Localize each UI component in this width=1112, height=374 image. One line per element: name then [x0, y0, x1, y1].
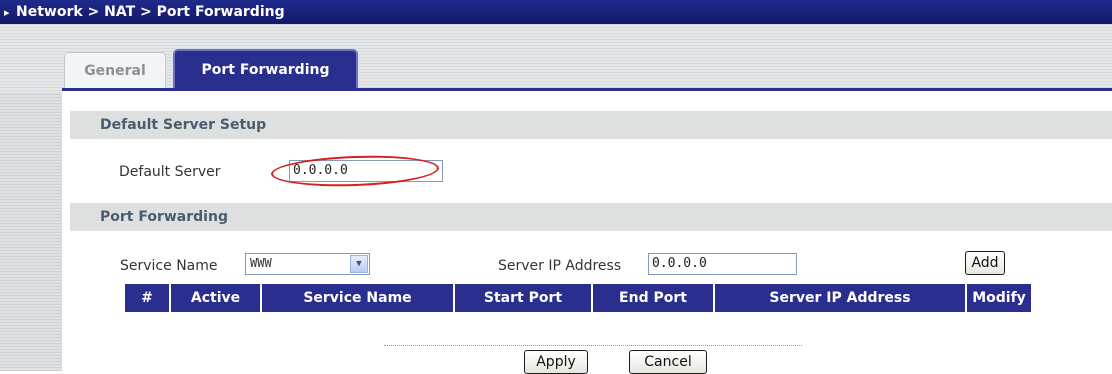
- service-name-selected: WWW: [250, 256, 272, 270]
- column-header-start-port: Start Port: [455, 284, 593, 312]
- column-header-modify: Modify: [967, 284, 1031, 312]
- cancel-button[interactable]: Cancel: [629, 350, 707, 374]
- port-forwarding-title: Port Forwarding: [100, 209, 228, 225]
- tab-general[interactable]: General: [64, 52, 166, 88]
- chevron-right-icon: ▸: [4, 5, 10, 19]
- apply-button-label: Apply: [536, 354, 576, 370]
- add-button[interactable]: Add: [965, 251, 1005, 275]
- highlight-annotation: [270, 153, 440, 189]
- content-panel: Default Server Setup Default Server 0.0.…: [62, 88, 1112, 374]
- service-name-label: Service Name: [120, 258, 218, 274]
- default-server-setup-title: Default Server Setup: [100, 117, 267, 133]
- server-ip-label: Server IP Address: [498, 258, 622, 274]
- tab-port-forwarding-label: Port Forwarding: [201, 61, 330, 78]
- apply-button[interactable]: Apply: [524, 350, 588, 374]
- column-header-number: #: [125, 284, 171, 312]
- default-server-setup-header: Default Server Setup: [70, 111, 1112, 139]
- port-forwarding-table-header: # Active Service Name Start Port End Por…: [125, 284, 1031, 312]
- server-ip-input[interactable]: 0.0.0.0: [648, 253, 797, 275]
- cancel-button-label: Cancel: [644, 354, 692, 370]
- column-header-active: Active: [171, 284, 262, 312]
- port-forwarding-header: Port Forwarding: [70, 203, 1112, 231]
- chevron-down-icon[interactable]: ▼: [350, 255, 368, 273]
- tab-general-label: General: [84, 62, 146, 79]
- divider: [384, 345, 802, 346]
- default-server-label: Default Server: [119, 164, 221, 180]
- service-name-select[interactable]: WWW ▼: [245, 253, 370, 275]
- column-header-server-ip-address: Server IP Address: [715, 284, 967, 312]
- column-header-service-name: Service Name: [262, 284, 455, 312]
- breadcrumb: Network > NAT > Port Forwarding: [16, 4, 285, 20]
- tab-port-forwarding[interactable]: Port Forwarding: [173, 49, 358, 88]
- title-bar: ▸ Network > NAT > Port Forwarding: [0, 0, 1112, 24]
- column-header-end-port: End Port: [593, 284, 715, 312]
- left-margin: [0, 94, 62, 371]
- add-button-label: Add: [971, 255, 999, 271]
